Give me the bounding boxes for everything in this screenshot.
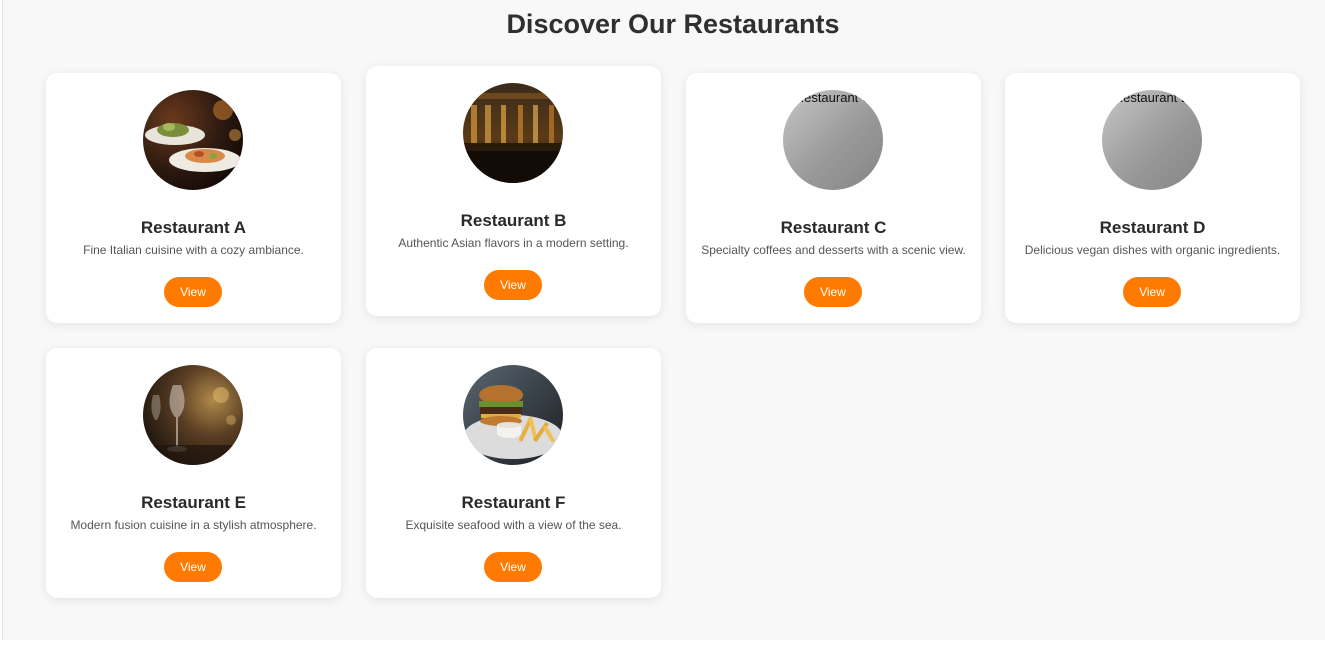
page-background: Discover Our Restaurants Restaurant A Fi… [2,0,1325,640]
view-button-d[interactable]: View [1123,277,1181,307]
restaurant-card-d: Restaurant D Restaurant D Delicious vega… [1005,73,1300,323]
restaurant-name-f: Restaurant F [461,493,566,512]
image-alt-text-d: Restaurant D [1113,90,1191,105]
view-button-b[interactable]: View [484,270,542,300]
restaurant-name-b: Restaurant B [460,211,567,230]
restaurant-description-d: Delicious vegan dishes with organic ingr… [1024,243,1281,257]
image-alt-text-c: Restaurant C [794,90,872,105]
restaurant-image-d: Restaurant D [1102,90,1202,190]
view-button-e[interactable]: View [164,552,222,582]
restaurant-name-a: Restaurant A [140,218,247,237]
restaurant-name-c: Restaurant C [780,218,887,237]
restaurant-name-e: Restaurant E [141,493,246,512]
restaurant-card-e: Restaurant E Modern fusion cuisine in a … [46,348,341,598]
restaurant-image-c: Restaurant C [783,90,883,190]
restaurant-description-e: Modern fusion cuisine in a stylish atmos… [70,518,317,532]
restaurant-card-f: Restaurant F Exquisite seafood with a vi… [366,348,661,598]
view-button-a[interactable]: View [164,277,222,307]
restaurant-card-b: Restaurant B Authentic Asian flavors in … [366,66,661,316]
page-title: Discover Our Restaurants [506,9,840,39]
restaurant-image-b [463,83,563,183]
restaurant-description-f: Exquisite seafood with a view of the sea… [405,518,622,532]
restaurant-image-a [143,90,243,190]
view-button-f[interactable]: View [484,552,542,582]
restaurant-name-d: Restaurant D [1099,218,1206,237]
restaurant-image-e [143,365,243,465]
restaurant-card-c: Restaurant C Restaurant C Specialty coff… [686,73,981,323]
restaurant-card-a: Restaurant A Fine Italian cuisine with a… [46,73,341,323]
restaurant-image-f [463,365,563,465]
restaurant-description-b: Authentic Asian flavors in a modern sett… [398,236,629,250]
restaurant-description-a: Fine Italian cuisine with a cozy ambianc… [83,243,304,257]
view-button-c[interactable]: View [804,277,862,307]
restaurant-description-c: Specialty coffees and desserts with a sc… [701,243,966,257]
